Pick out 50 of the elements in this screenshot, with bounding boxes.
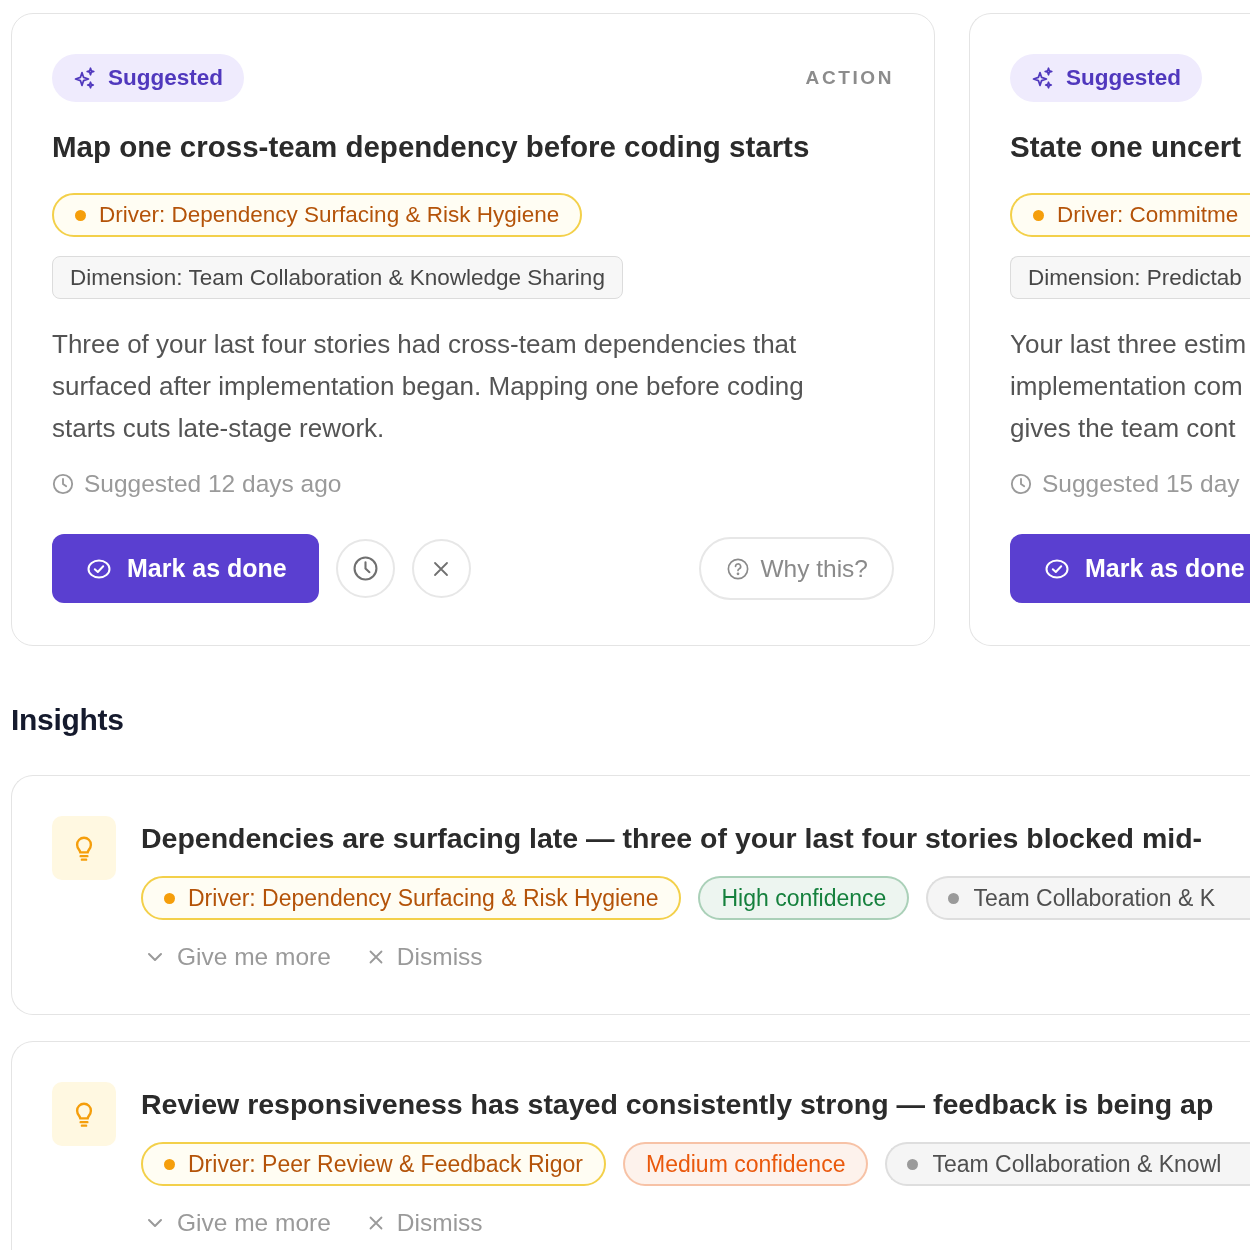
sparkle-icon: [1032, 67, 1054, 89]
confidence-tag: Medium confidence: [623, 1142, 869, 1186]
status-dot-icon: [1033, 209, 1044, 221]
mark-done-button[interactable]: Mark as done: [52, 534, 319, 603]
dismiss-button[interactable]: Dismiss: [368, 1208, 483, 1238]
badge-label: Suggested: [1066, 65, 1182, 91]
check-circle-icon: [87, 558, 111, 579]
close-icon: [368, 1216, 383, 1230]
dimension-tag: Dimension: Team Collaboration & Knowledge Sharing: [52, 256, 623, 299]
dimension-label: Team Collaboration & K: [973, 884, 1215, 912]
help-icon: [727, 557, 750, 580]
badge-label: Suggested: [108, 65, 224, 91]
lightbulb-icon: [52, 1082, 116, 1146]
action-title: State one uncert: [1010, 129, 1242, 165]
dimension-label: Team Collaboration & Knowl: [932, 1150, 1222, 1178]
action-description: Three of your last four stories had cross-team dependencies that surfaced after implementation began. Mapping one before coding starts cuts late-stage rework.: [52, 328, 804, 445]
status-dot-icon: [907, 1158, 919, 1170]
status-dot-icon: [164, 892, 175, 904]
dimension-tag: Dimension: Predictab: [1010, 256, 1250, 299]
check-circle-icon: [1045, 558, 1069, 579]
chevron-down-icon: [147, 1218, 163, 1228]
sparkle-icon: [74, 67, 96, 89]
insight-title: Dependencies are surfacing late — three of your last four stories blocked mid-: [141, 821, 1204, 855]
status-dot-icon: [75, 209, 86, 221]
insight-title: Review responsiveness has stayed consistently strong — feedback is being ap: [141, 1087, 1215, 1121]
action-title: Map one cross-team dependency before coding starts: [52, 129, 810, 165]
clock-icon: [1010, 473, 1032, 495]
lightbulb-icon: [52, 816, 116, 880]
action-description: Your last three estim implementation com gives the team cont: [1010, 328, 1247, 445]
status-dot-icon: [948, 892, 960, 904]
clock-icon: [352, 556, 378, 581]
why-this-button[interactable]: Why this?: [699, 537, 894, 600]
give-more-button[interactable]: Give me more: [147, 942, 331, 972]
driver-label: Driver: Commitme: [1057, 202, 1239, 228]
mark-done-button[interactable]: Mark as done: [1010, 534, 1250, 603]
driver-label: Driver: Peer Review & Feedback Rigor: [188, 1150, 583, 1178]
status-dot-icon: [164, 1158, 175, 1170]
close-icon: [368, 950, 383, 964]
suggested-time: Suggested 12 days ago: [84, 470, 342, 498]
close-icon: [433, 560, 450, 577]
driver-label: Driver: Dependency Surfacing & Risk Hygiene: [99, 202, 560, 228]
category-label: ACTION: [805, 67, 894, 89]
confidence-tag: High confidence: [698, 876, 910, 920]
give-more-button[interactable]: Give me more: [147, 1208, 331, 1238]
dismiss-button[interactable]: Dismiss: [368, 942, 483, 972]
driver-label: Driver: Dependency Surfacing & Risk Hygiene: [188, 884, 659, 912]
clock-icon: [52, 473, 74, 495]
suggested-time: Suggested 15 day: [1042, 470, 1240, 498]
section-heading: Insights: [11, 702, 125, 738]
chevron-down-icon: [147, 952, 163, 962]
